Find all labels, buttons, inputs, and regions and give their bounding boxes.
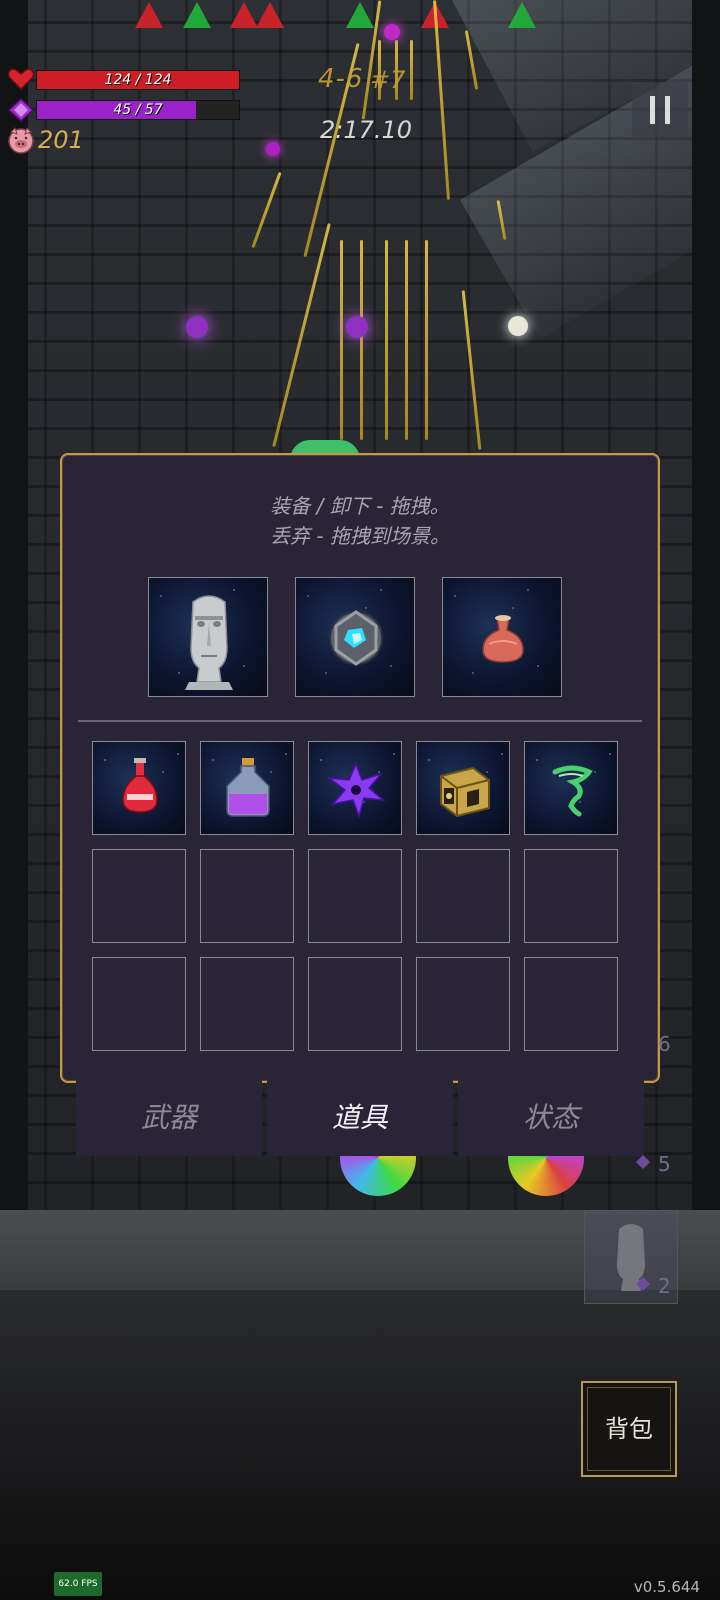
version-label: v0.5.644 (633, 1578, 700, 1596)
inventory-slot[interactable] (200, 957, 294, 1051)
pig-icon (8, 127, 34, 154)
gold-count: 201 (38, 126, 84, 154)
pause-icon (650, 96, 655, 124)
bag-label: 背包 (605, 1415, 653, 1443)
clay-pot-icon (482, 615, 524, 663)
inventory-slot[interactable] (92, 741, 186, 835)
equipped-slot[interactable] (295, 577, 415, 697)
red-potion-icon (122, 758, 158, 813)
instruction-equip: 装备 / 卸下 - 拖拽。 (270, 494, 450, 518)
game-timer: 2:17.10 (320, 116, 413, 144)
fps-counter: 62.0 FPS (54, 1572, 102, 1596)
instruction-discard: 丢弃 - 拖拽到场景。 (270, 524, 450, 548)
inventory-slot[interactable] (308, 849, 402, 943)
health-bar: 124 / 124 (36, 70, 240, 90)
inventory-slot[interactable] (92, 849, 186, 943)
inventory-slot[interactable] (200, 741, 294, 835)
projectile-streak (340, 240, 343, 440)
white-torch (508, 316, 528, 336)
magic-orb (266, 142, 280, 156)
inventory-slot[interactable] (524, 741, 618, 835)
enemy-marker (256, 2, 284, 28)
instructions: 装备 / 卸下 - 拖拽。 丢弃 - 拖拽到场景。 (62, 491, 658, 551)
inventory-slot[interactable] (200, 849, 294, 943)
level-indicator: 4-6 (318, 64, 364, 94)
crystal-core-icon (329, 610, 383, 666)
purple-shuriken-icon (326, 762, 386, 819)
green-tornado-icon (552, 765, 593, 817)
enemy-marker (346, 2, 374, 28)
pause-button[interactable] (632, 82, 688, 138)
equipped-slot[interactable] (442, 577, 562, 697)
projectile-streak (360, 240, 363, 440)
inventory-slot[interactable] (416, 849, 510, 943)
purple-torch (346, 316, 368, 338)
left-wall (0, 0, 28, 1210)
item-count: 2 (658, 1274, 671, 1298)
pause-icon (665, 96, 670, 124)
inventory-slot[interactable] (92, 957, 186, 1051)
item-count: 5 (658, 1152, 671, 1176)
projectile-streak (410, 40, 413, 100)
golden-box-icon (440, 766, 490, 818)
purple-torch (186, 316, 208, 338)
item-count: 6 (658, 1032, 671, 1056)
section-divider (78, 720, 642, 722)
gem-icon (636, 1277, 650, 1291)
mana-text: 45 / 57 (113, 102, 163, 118)
gem-icon (636, 1155, 650, 1169)
equipped-slot[interactable] (148, 577, 268, 697)
bag-button[interactable]: 背包 (581, 1381, 677, 1477)
wave-indicator: #7 (370, 66, 406, 94)
tab-weapons[interactable]: 武器 (76, 1080, 262, 1156)
inventory-slot[interactable] (416, 741, 510, 835)
projectile-streak (385, 240, 388, 440)
health-text: 124 / 124 (104, 72, 172, 88)
mana-bar: 45 / 57 (36, 100, 240, 120)
mana-gem-icon (8, 98, 34, 122)
inventory-slot[interactable] (308, 957, 402, 1051)
tab-status[interactable]: 状态 (458, 1080, 644, 1156)
projectile-streak (405, 240, 408, 440)
tab-items[interactable]: 道具 (267, 1080, 453, 1156)
inventory-slot[interactable] (524, 957, 618, 1051)
inventory-slot[interactable] (308, 741, 402, 835)
heart-icon (8, 68, 34, 90)
enemy-marker (230, 2, 258, 28)
magic-orb (384, 24, 400, 40)
enemy-marker (508, 2, 536, 28)
right-wall (692, 0, 720, 1210)
purple-flask-icon (226, 758, 270, 817)
enemy-marker (135, 2, 163, 28)
inventory-slot[interactable] (416, 957, 510, 1051)
projectile-streak (425, 240, 428, 440)
inventory-slot[interactable] (524, 849, 618, 943)
inventory-panel: 装备 / 卸下 - 拖拽。 丢弃 - 拖拽到场景。 (60, 453, 660, 1083)
moai-statue-icon (185, 595, 233, 690)
enemy-marker (183, 2, 211, 28)
